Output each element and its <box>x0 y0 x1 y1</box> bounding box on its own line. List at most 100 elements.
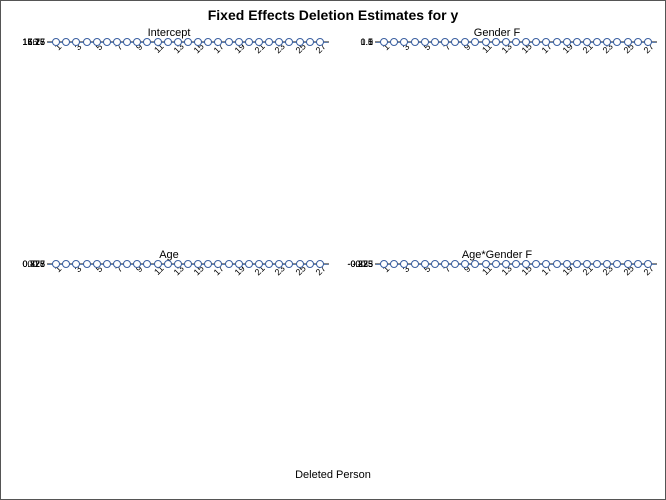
data-marker <box>380 260 388 268</box>
data-marker <box>296 38 304 46</box>
data-marker <box>184 38 192 46</box>
data-marker <box>400 260 408 268</box>
data-marker <box>154 260 162 268</box>
data-marker <box>52 260 60 268</box>
data-marker <box>83 38 91 46</box>
plot-wrap: 15.751616.2516.516.751717.25135791113151… <box>47 41 329 221</box>
data-marker <box>563 38 571 46</box>
data-marker <box>644 260 652 268</box>
x-axis-label: Deleted Person <box>1 465 665 487</box>
panel-grid: Intercept 15.751616.2516.516.751717.2513… <box>1 25 665 465</box>
data-marker <box>265 38 273 46</box>
data-marker <box>563 260 571 268</box>
panel-age: Age 0.70.7250.750.7750.80.82513579111315… <box>9 247 329 465</box>
data-marker <box>255 260 263 268</box>
data-marker <box>492 38 500 46</box>
data-marker <box>593 38 601 46</box>
data-marker <box>451 260 459 268</box>
panel-intercept: Intercept 15.751616.2516.516.751717.2513… <box>9 25 329 243</box>
data-marker <box>542 260 550 268</box>
data-marker <box>214 38 222 46</box>
plot-area-intercept: 15.751616.2516.516.751717.25135791113151… <box>47 41 329 43</box>
data-marker <box>62 38 70 46</box>
data-marker <box>603 260 611 268</box>
data-marker <box>143 38 151 46</box>
data-marker <box>93 38 101 46</box>
data-marker <box>62 260 70 268</box>
data-marker <box>471 260 479 268</box>
data-marker <box>593 260 601 268</box>
plot-wrap: -0.35-0.325-0.3-0.275-0.25-0.22513579111… <box>375 263 657 443</box>
data-marker <box>235 260 243 268</box>
data-marker <box>573 260 581 268</box>
data-marker <box>194 38 202 46</box>
data-marker <box>103 38 111 46</box>
data-marker <box>532 38 540 46</box>
plot-area-gender-f: 00.511.513579111315171921232527 <box>375 41 657 43</box>
data-marker <box>285 260 293 268</box>
data-marker <box>421 38 429 46</box>
data-marker <box>441 260 449 268</box>
data-marker <box>204 260 212 268</box>
data-marker <box>123 260 131 268</box>
data-marker <box>431 260 439 268</box>
data-marker <box>225 260 233 268</box>
data-marker <box>583 260 591 268</box>
data-marker <box>194 260 202 268</box>
data-marker <box>184 260 192 268</box>
data-marker <box>492 260 500 268</box>
panel-gender-f: Gender F 00.511.513579111315171921232527 <box>337 25 657 243</box>
data-marker <box>225 38 233 46</box>
data-marker <box>421 260 429 268</box>
data-marker <box>461 260 469 268</box>
data-marker <box>624 260 632 268</box>
data-marker <box>553 260 561 268</box>
data-marker <box>245 260 253 268</box>
data-marker <box>441 38 449 46</box>
data-marker <box>380 38 388 46</box>
data-marker <box>644 38 652 46</box>
chart-container: Fixed Effects Deletion Estimates for y I… <box>0 0 666 500</box>
data-marker <box>542 38 550 46</box>
data-marker <box>512 38 520 46</box>
data-marker <box>72 260 80 268</box>
data-marker <box>634 260 642 268</box>
data-marker <box>103 260 111 268</box>
data-marker <box>390 38 398 46</box>
data-marker <box>306 38 314 46</box>
data-marker <box>306 260 314 268</box>
y-tick-label: 17.25 <box>22 37 48 47</box>
data-marker <box>265 260 273 268</box>
data-marker <box>461 38 469 46</box>
data-marker <box>143 260 151 268</box>
data-marker <box>411 260 419 268</box>
data-marker <box>93 260 101 268</box>
panel-age-gender-f: Age*Gender F -0.35-0.325-0.3-0.275-0.25-… <box>337 247 657 465</box>
y-tick-label: 1.5 <box>360 37 376 47</box>
data-marker <box>411 38 419 46</box>
data-marker <box>573 38 581 46</box>
data-marker <box>502 38 510 46</box>
data-marker <box>275 260 283 268</box>
data-marker <box>133 260 141 268</box>
data-marker <box>113 38 121 46</box>
y-tick-label: -0.225 <box>347 259 376 269</box>
data-marker <box>204 38 212 46</box>
data-marker <box>471 38 479 46</box>
data-marker <box>154 38 162 46</box>
data-marker <box>174 260 182 268</box>
data-marker <box>174 38 182 46</box>
data-marker <box>285 38 293 46</box>
data-marker <box>624 38 632 46</box>
data-marker <box>583 38 591 46</box>
data-marker <box>316 38 324 46</box>
data-marker <box>164 260 172 268</box>
data-marker <box>390 260 398 268</box>
data-marker <box>482 38 490 46</box>
data-marker <box>83 260 91 268</box>
data-marker <box>275 38 283 46</box>
data-marker <box>245 38 253 46</box>
data-marker <box>512 260 520 268</box>
data-marker <box>613 38 621 46</box>
plot-area-age: 0.70.7250.750.7750.80.825135791113151719… <box>47 263 329 265</box>
